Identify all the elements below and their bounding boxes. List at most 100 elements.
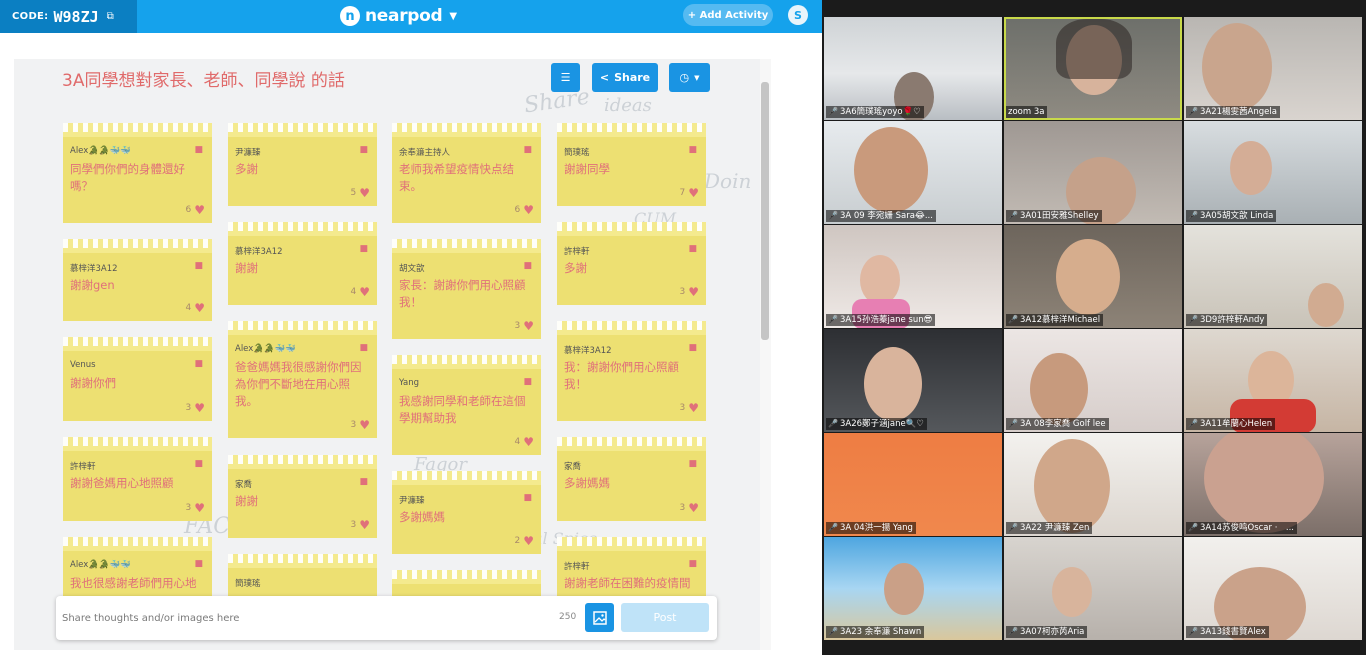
post-button[interactable]: Post: [621, 603, 709, 632]
paper-torn-edge: [557, 123, 706, 137]
user-avatar[interactable]: S: [788, 5, 808, 25]
participant-name-label: 🎤 3A22 尹濂臻 Zen: [1006, 522, 1093, 534]
trash-icon[interactable]: ■: [194, 459, 203, 469]
participant-tile[interactable]: 🎤 3A05胡文歆 Linda: [1184, 121, 1362, 224]
trash-icon[interactable]: ■: [688, 559, 697, 569]
trash-icon[interactable]: ■: [523, 261, 532, 271]
participant-tile[interactable]: 🎤 3A15孙浩蓁jane sun😎: [824, 225, 1002, 328]
paper-torn-edge: [392, 123, 541, 137]
participant-tile[interactable]: 🎤 3A 09 李宛姗 Sara😂...: [824, 121, 1002, 224]
trash-icon[interactable]: ■: [523, 377, 532, 387]
like-counter[interactable]: 6 ♥: [186, 203, 206, 217]
participant-video: [1056, 19, 1132, 79]
post-card[interactable]: 簡璞瑤 ■ 謝謝同學 7 ♥: [557, 123, 706, 206]
post-card[interactable]: 慕梓洋3A12 ■ 我：謝謝你們用心照顧我！ 3 ♥: [557, 321, 706, 421]
trash-icon[interactable]: ■: [194, 145, 203, 155]
post-card[interactable]: 家喬 ■ 多謝媽媽 3 ♥: [557, 437, 706, 521]
trash-icon[interactable]: ■: [523, 493, 532, 503]
like-counter[interactable]: 5 ♥: [351, 186, 371, 200]
trash-icon[interactable]: ■: [688, 459, 697, 469]
participant-tile[interactable]: 🎤 3A07柯亦芮Aria: [1004, 537, 1182, 640]
participant-video: [1056, 239, 1120, 315]
post-card[interactable]: 余奉濂主持人 ■ 老师我希望疫情快点结束。 6 ♥: [392, 123, 541, 223]
participant-tile[interactable]: 🎤 3A11牟蘭心Helen: [1184, 329, 1362, 432]
participant-tile[interactable]: 🎤 3A 04洪一揚 Yang: [824, 433, 1002, 536]
participant-tile[interactable]: 🎤 3A13錢書賢Alex: [1184, 537, 1362, 640]
participant-tile[interactable]: 🎤 3A6簡璞瑤yoyo🌹♡: [824, 17, 1002, 120]
like-counter[interactable]: 3 ♥: [351, 518, 371, 532]
scrollbar-thumb[interactable]: [761, 82, 769, 340]
heart-icon: ♥: [359, 186, 370, 200]
post-author: 尹濂臻: [399, 496, 425, 506]
like-counter[interactable]: 3 ♥: [680, 285, 700, 299]
participant-tile[interactable]: 🎤 3A12慕梓洋Michael: [1004, 225, 1182, 328]
share-thoughts-input[interactable]: [62, 608, 532, 628]
trash-icon[interactable]: ■: [194, 559, 203, 569]
post-card[interactable]: 許梓軒 ■ 多謝 3 ♥: [557, 222, 706, 305]
paper-torn-edge: [63, 337, 212, 351]
post-card[interactable]: 尹濂臻 ■ 多謝媽媽 2 ♥: [392, 471, 541, 554]
post-author: 慕梓洋3A12: [235, 247, 283, 257]
participant-tile[interactable]: 🎤 3A 08李家喬 Golf lee: [1004, 329, 1182, 432]
nearpod-logo[interactable]: n nearpod ▼: [340, 5, 457, 27]
participant-tile[interactable]: 🎤 3A21楊雯茜Angela: [1184, 17, 1362, 120]
post-card[interactable]: Alex🐊🐊🐳🐳 ■ 同學們你們的身體還好嗎？ 6 ♥: [63, 123, 212, 223]
trash-icon[interactable]: ■: [688, 343, 697, 353]
post-text: 我：謝謝你們用心照顧我！: [564, 360, 679, 391]
trash-icon[interactable]: ■: [359, 145, 368, 155]
trash-icon[interactable]: ■: [194, 359, 203, 369]
mic-muted-icon: 🎤: [1188, 419, 1198, 428]
like-counter[interactable]: 4 ♥: [186, 301, 206, 315]
like-counter[interactable]: 3 ♥: [186, 401, 206, 415]
share-button[interactable]: < Share: [592, 63, 658, 92]
post-card[interactable]: 慕梓洋3A12 ■ 謝謝gen 4 ♥: [63, 239, 212, 321]
participant-tile-active-speaker[interactable]: zoom 3a: [1004, 17, 1182, 120]
timer-button[interactable]: ◷ ▼: [669, 63, 710, 92]
like-counter[interactable]: 7 ♥: [680, 186, 700, 200]
trash-icon[interactable]: ■: [688, 244, 697, 254]
code-label: CODE:: [12, 11, 49, 22]
like-counter[interactable]: 2 ♥: [515, 534, 535, 548]
like-counter[interactable]: 3 ♥: [351, 418, 371, 432]
join-code[interactable]: CODE: W98ZJ ⧉: [0, 0, 137, 33]
like-counter[interactable]: 4 ♥: [515, 435, 535, 449]
mic-muted-icon: 🎤: [828, 627, 838, 636]
participant-tile[interactable]: 🎤 3A14苏俊鸣Oscar · ...: [1184, 433, 1362, 536]
participant-tile[interactable]: 🎤 3D9許梓軒Andy: [1184, 225, 1362, 328]
trash-icon[interactable]: ■: [194, 261, 203, 271]
trash-icon[interactable]: ■: [359, 343, 368, 353]
participant-tile[interactable]: 🎤 3A01田安雅Shelley: [1004, 121, 1182, 224]
post-card[interactable]: Alex🐊🐊🐳🐳 ■ 爸爸媽媽我很感謝你們因為你們不斷地在用心照我。 3 ♥: [228, 321, 377, 438]
post-card[interactable]: 胡文歆 ■ 家長：謝謝你們用心照顧我！ 3 ♥: [392, 239, 541, 339]
like-counter[interactable]: 3 ♥: [680, 401, 700, 415]
add-activity-button[interactable]: + Add Activity: [683, 4, 773, 26]
trash-icon[interactable]: ■: [688, 145, 697, 155]
add-image-button[interactable]: [585, 603, 614, 632]
heart-icon: ♥: [688, 401, 699, 415]
mic-muted-icon: 🎤: [1008, 315, 1018, 324]
trash-icon[interactable]: ■: [523, 145, 532, 155]
background-doodle: Doin: [704, 169, 752, 193]
participant-tile[interactable]: 🎤 3A22 尹濂臻 Zen: [1004, 433, 1182, 536]
post-card[interactable]: Venus ■ 謝謝你們 3 ♥: [63, 337, 212, 421]
like-counter[interactable]: 3 ♥: [515, 319, 535, 333]
post-card[interactable]: 尹濂臻 ■ 多謝 5 ♥: [228, 123, 377, 206]
like-counter[interactable]: 4 ♥: [351, 285, 371, 299]
like-counter[interactable]: 3 ♥: [680, 501, 700, 515]
external-link-icon[interactable]: ⧉: [107, 11, 114, 22]
paper-torn-edge: [557, 537, 706, 551]
trash-icon[interactable]: ■: [359, 244, 368, 254]
trash-icon[interactable]: ■: [359, 477, 368, 487]
mic-muted-icon: 🎤: [1188, 315, 1198, 324]
post-card[interactable]: Yang ■ 我感謝同學和老師在這個學期幫助我 4 ♥: [392, 355, 541, 455]
mic-muted-icon: 🎤: [1188, 523, 1198, 532]
post-card[interactable]: 許梓軒 ■ 謝謝爸媽用心地照顧 3 ♥: [63, 437, 212, 521]
participant-tile[interactable]: 🎤 3A23 余奉濂 Shawn: [824, 537, 1002, 640]
mic-muted-icon: 🎤: [828, 211, 838, 220]
like-counter[interactable]: 6 ♥: [515, 203, 535, 217]
participant-tile[interactable]: 🎤 3A26鄭子涵jane🔍♡: [824, 329, 1002, 432]
post-card[interactable]: 家喬 ■ 謝謝 3 ♥: [228, 455, 377, 538]
like-counter[interactable]: 3 ♥: [186, 501, 206, 515]
sort-button[interactable]: ☰: [551, 63, 580, 92]
post-card[interactable]: 慕梓洋3A12 ■ 謝謝 4 ♥: [228, 222, 377, 305]
